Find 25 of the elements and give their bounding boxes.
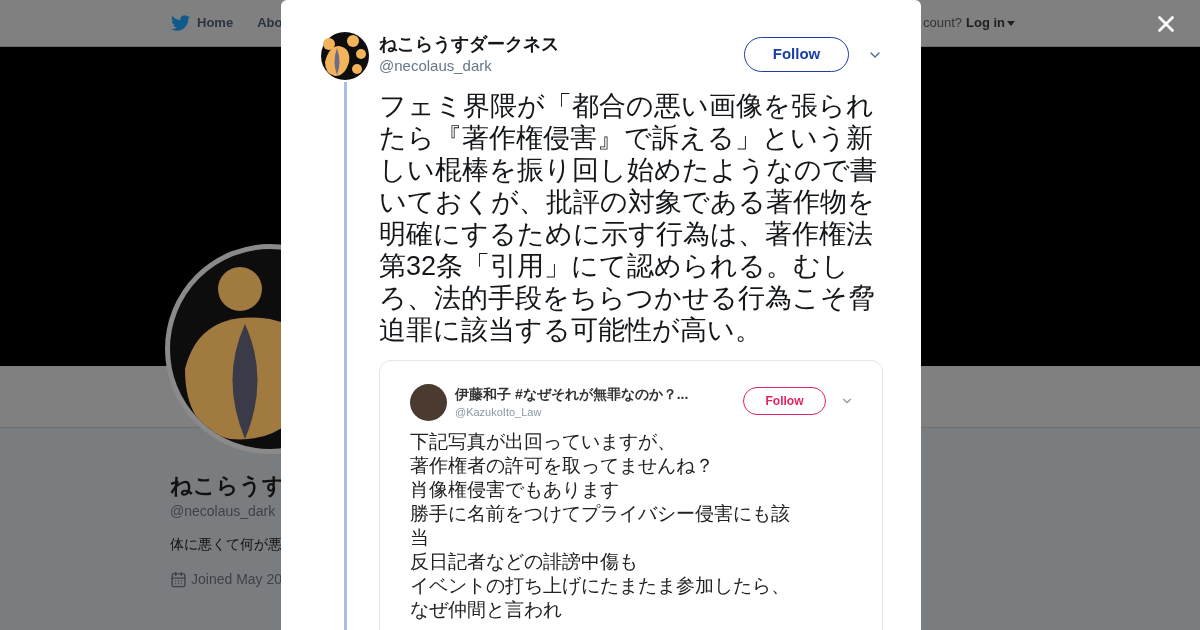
user-name: ねこらうすダークネス xyxy=(379,33,559,55)
user-avatar xyxy=(321,32,369,80)
embedded-text-line: 著作権者の許可を取ってませんね？ xyxy=(410,454,715,478)
caret-icon xyxy=(1007,20,1015,26)
profile-handle: @necolaus_dark xyxy=(170,502,276,520)
user-handle: @necolaus_dark xyxy=(379,56,493,76)
avatar xyxy=(410,384,447,421)
joined-date: Joined May 20 xyxy=(191,570,283,589)
home-link[interactable]: Home xyxy=(171,13,234,33)
embedded-text-line: 勝手に名前をつけてプライバシー侵害にも該当 xyxy=(410,502,791,550)
embedded-text-line: 下記写真が出回っていますが、 xyxy=(410,430,677,454)
bird-icon xyxy=(171,14,191,32)
profile-bio: 体に悪くて何が悪 xyxy=(170,535,282,554)
profile-name: ねこらうす xyxy=(170,472,285,500)
embedded-user-handle: @KazukoIto_Law xyxy=(455,405,543,419)
account-prompt: count? xyxy=(922,14,962,33)
embedded-text-line: イベントの打ち上げにたまたま参加したら、 xyxy=(410,574,791,598)
embedded-text-line: 肖像権侵害でもあります xyxy=(410,478,620,502)
tweet-text: フェミ界隈が「都合の悪い画像を張られたら『著作権侵害』で訴える」という新しい棍棒を振り回し始めたようなので書いておくが、批評の対象である著作物を明確にするために示す行為は、著作権法第32条「引用」にて認められる。むしろ、法的手段をちらつかせる行為こそ脅迫罪に該当する可能性が高い。 xyxy=(379,90,877,346)
calendar-icon xyxy=(170,571,187,588)
embedded-text-line: 反日記者などの誹謗中傷も xyxy=(410,550,639,574)
login-link[interactable]: Log in xyxy=(966,13,1015,33)
embedded-text-line: なぜ仲間と言われ xyxy=(410,598,563,622)
embedded-user-name: 伊藤和子 #なぜそれが無罪なのか？... xyxy=(455,385,689,403)
about-link[interactable]: Abo xyxy=(257,13,283,33)
